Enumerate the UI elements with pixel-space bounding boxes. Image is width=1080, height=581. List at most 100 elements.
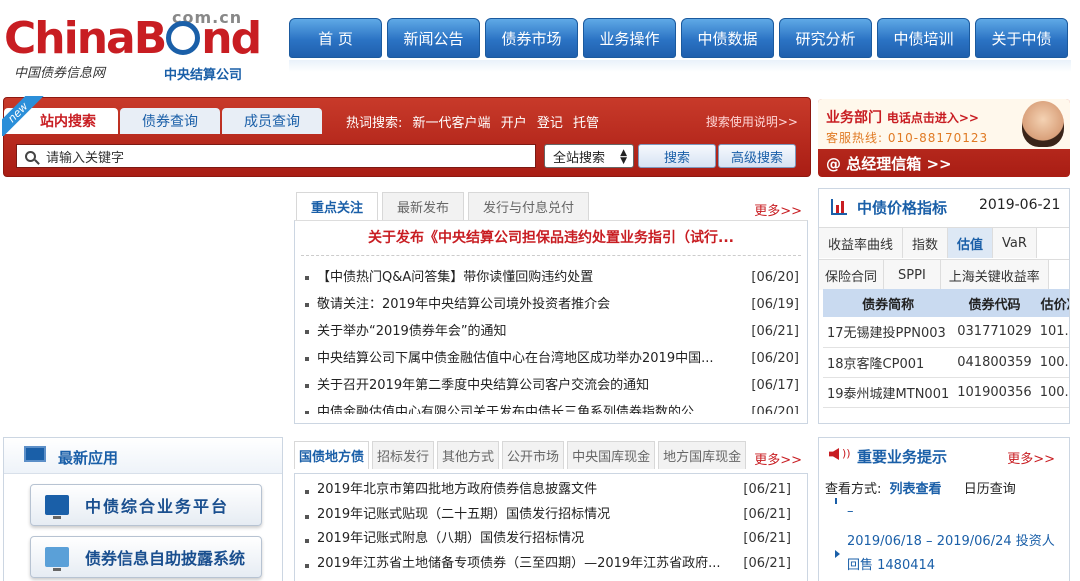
hot-words-label: 热词搜索: [346,116,403,131]
price-tabs-row1: 收益率曲线 指数 估值 VaR [819,227,1069,258]
nav-home[interactable]: 首 页 [289,18,382,58]
service-agent-image [1022,101,1064,147]
list-item[interactable]: 2019年记账式附息（八期）国债发行招标情况 [06/21] [303,527,791,552]
search-input[interactable]: 请输入关键字 [16,144,536,168]
notice-item[interactable]: 2019/06/18 – 2019/06/24 投资人回售 1480414 [847,530,1065,578]
tab-valuation[interactable]: 估值 [948,228,994,258]
apps-title: 最新应用 [58,449,119,467]
list-item[interactable]: 2019年江苏省土地储备专项债券（三至四期）—2019年江苏省政府... [06/… [303,552,791,577]
advanced-search-button[interactable]: 高级搜索 [718,144,796,168]
tab-yield-curve[interactable]: 收益率曲线 [819,228,904,258]
main-nav: 首 页 新闻公告 债券市场 业务操作 中债数据 研究分析 中债培训 关于中债 [289,18,1068,58]
list-item[interactable]: 2019年记账式贴现（二十五期）国债发行招标情况 [06/21] [303,503,791,528]
tab-local-treasury-cash[interactable]: 地方国库现金 [658,441,747,469]
megaphone-icon [829,448,839,460]
computer-icon [45,495,69,519]
notice-dash: – [847,504,854,519]
news-panel: 重点关注 最新发布 发行与付息兑付 更多>> 关于发布《中央结算公司担保品违约处… [294,188,808,424]
search-button[interactable]: 搜索 [638,144,716,168]
list-item[interactable]: 关于召开2019年第二季度中央结算公司客户交流会的通知 [06/17] [303,372,799,399]
news-headline[interactable]: 关于发布《中央结算公司担保品违约处置业务指引（试行... [301,221,801,256]
tab-member-query[interactable]: 成员查询 [222,108,322,134]
bond-tabs: 国债地方债 招标发行 其他方式 公开市场 中央国库现金 地方国库现金 [294,437,808,469]
hot-word[interactable]: 登记 [537,116,563,131]
tab-shanghai-key-yield[interactable]: 上海关键收益率 [940,260,1049,290]
logo-wordmark: ChinaB nd [4,13,262,64]
bonds-panel: 国债地方债 招标发行 其他方式 公开市场 中央国库现金 地方国库现金 更多>> … [294,437,808,581]
tab-latest[interactable]: 最新发布 [382,192,465,220]
contact-info: 业务部门 电话点击进入>> 客服热线: 010-88170123 [818,99,1070,149]
latest-apps-panel: 最新应用 中债综合业务平台 债券信息自助披露系统 [3,437,283,581]
price-index-panel: 中债价格指标 2019-06-21 收益率曲线 指数 估值 VaR 保险合同 S… [818,188,1070,424]
hot-words: 热词搜索: 新一代客户端 开户 登记 托管 [346,112,599,131]
table-row[interactable]: 17无锡建投PPN003 031771029 101.678 [823,317,1069,348]
view-mode-label: 查看方式: [825,482,882,497]
hot-word[interactable]: 新一代客户端 [413,116,491,131]
nav-operations[interactable]: 业务操作 [583,18,676,58]
search-icon [25,150,36,162]
nav-bond-market[interactable]: 债券市场 [485,18,578,58]
view-list-link[interactable]: 列表查看 [890,482,942,497]
monitor-icon [24,446,46,462]
tab-focus[interactable]: 重点关注 [296,192,379,220]
view-mode: 查看方式: 列表查看 日历查询 [825,478,1016,497]
search-scope-value: 全站搜索 [553,150,606,166]
app-disclosure-system[interactable]: 债券信息自助披露系统 [30,536,262,578]
notice-more-link[interactable]: 更多>> [1007,448,1055,467]
tab-gov-local-bonds[interactable]: 国债地方债 [294,441,370,469]
bar-chart-icon [831,199,847,215]
hot-word[interactable]: 托管 [573,116,599,131]
tab-bond-query[interactable]: 债券查询 [120,108,220,134]
list-item[interactable]: 关于举办“2019债券年会”的通知 [06/21] [303,318,799,345]
valuation-table: 债券简称 债券代码 估价净价 17无锡建投PPN003 031771029 10… [823,289,1069,408]
hotline-text: 客服热线: 010-88170123 [826,131,989,145]
tab-tender-issuance[interactable]: 招标发行 [372,441,435,469]
chinabond-logo[interactable]: com.cn ChinaB nd 中国债券信息网 中央结算公司 [4,8,266,88]
app-integrated-platform[interactable]: 中债综合业务平台 [30,484,262,526]
tab-open-market[interactable]: 公开市场 [502,441,565,469]
table-row[interactable]: 19泰州城建MTN001 101900356 100.244 [823,377,1069,408]
nav-data[interactable]: 中债数据 [681,18,774,58]
search-panel: 站内搜索 债券查询 成员查询 new 热词搜索: 新一代客户端 开户 登记 托管… [2,96,811,177]
col-bond-code: 债券代码 [953,289,1036,317]
price-tabs-row2: 保险合同 SPPI 上海关键收益率 [819,259,1069,290]
business-dept-link[interactable]: 业务部门 电话点击进入>> [826,107,979,127]
table-row[interactable]: 18京客隆CP001 041800359 100.203 [823,347,1069,378]
nav-about[interactable]: 关于中债 [975,18,1068,58]
search-placeholder: 请输入关键字 [46,150,125,166]
tab-other-methods[interactable]: 其他方式 [437,441,500,469]
list-item[interactable]: 敬请关注：2019年中央结算公司境外投资者推介会 [06/19] [303,291,799,318]
col-net-price: 估价净价 [1035,289,1069,317]
news-more-link[interactable]: 更多>> [754,200,802,219]
view-calendar-link[interactable]: 日历查询 [964,482,1016,497]
list-item[interactable]: 中债金融估值中心有限公司关于发布中债长三角系列债券指数的公... [06/20] [303,399,799,414]
news-body: 关于发布《中央结算公司担保品违约处置业务指引（试行... 【中债热门Q&A问答集… [294,220,808,424]
sound-waves-icon: )) [842,447,851,460]
col-bond-name: 债券简称 [823,289,954,317]
tab-sppi[interactable]: SPPI [884,260,941,290]
price-index-title: 中债价格指标 [857,199,948,217]
nav-training[interactable]: 中债培训 [877,18,970,58]
notice-title: 重要业务提示 [857,448,948,466]
tab-central-treasury-cash[interactable]: 中央国库现金 [567,441,656,469]
tab-issuance[interactable]: 发行与付息兑付 [468,192,590,220]
price-index-date: 2019-06-21 [979,197,1061,213]
nav-news[interactable]: 新闻公告 [387,18,480,58]
search-help-link[interactable]: 搜索使用说明>> [706,113,798,130]
list-item[interactable]: 中央结算公司下属中债金融估值中心在台湾地区成功举办2019中国... [06/20… [303,345,799,372]
nav-reflection [289,60,1071,72]
bonds-more-link[interactable]: 更多>> [754,449,802,468]
gm-mailbox-link[interactable]: @ 总经理信箱 >> [826,153,952,174]
hot-word[interactable]: 开户 [501,116,527,131]
contact-box[interactable]: 业务部门 电话点击进入>> 客服热线: 010-88170123 @ 总经理信箱… [818,99,1070,177]
tab-insurance-contract[interactable]: 保险合同 [819,260,885,290]
search-tabs: 站内搜索 债券查询 成员查询 [4,108,324,134]
nav-research[interactable]: 研究分析 [779,18,872,58]
list-item[interactable]: 2019年北京市第四批地方政府债券信息披露文件 [06/21] [303,478,791,503]
bonds-list: 2019年北京市第四批地方政府债券信息披露文件 [06/21] 2019年记账式贴… [294,473,808,581]
search-scope-select[interactable]: 全站搜索 ▲ ▼ [544,144,634,168]
tab-index[interactable]: 指数 [903,228,949,258]
table-header-row: 债券简称 债券代码 估价净价 [823,289,1069,317]
list-item[interactable]: 【中债热门Q&A问答集】带你读懂回购违约处置 [06/20] [303,264,799,291]
tab-var[interactable]: VaR [993,228,1037,258]
